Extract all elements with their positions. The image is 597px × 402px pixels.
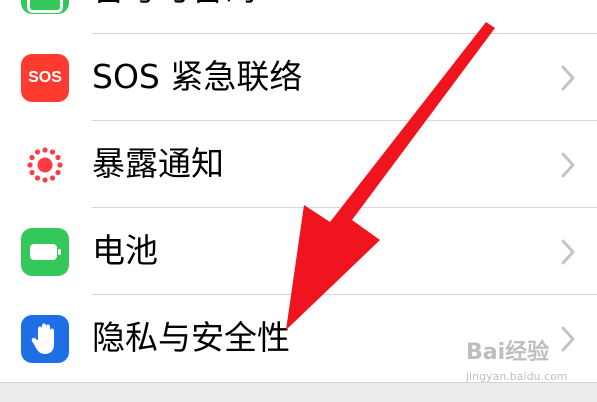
chevron-right-icon bbox=[561, 239, 575, 265]
battery-icon bbox=[21, 228, 69, 276]
settings-row-label: 暴露通知 bbox=[92, 144, 224, 183]
green-partial-icon bbox=[21, 0, 69, 14]
exposure-notification-icon bbox=[21, 141, 69, 189]
settings-row-exposure[interactable]: 暴露通知 bbox=[0, 121, 597, 207]
settings-row-sos[interactable]: SOS SOS 紧急联络 bbox=[0, 34, 597, 120]
settings-row-label: SOS 紧急联络 bbox=[92, 57, 303, 96]
settings-row-battery[interactable]: 电池 bbox=[0, 208, 597, 294]
chevron-right-icon bbox=[561, 152, 575, 178]
settings-row-label: 隐私与安全性 bbox=[92, 318, 290, 357]
settings-row-partial[interactable]: 番号与番码 bbox=[0, 0, 597, 32]
settings-row-label: 番号与番码 bbox=[92, 0, 257, 10]
exposure-dots-icon bbox=[27, 147, 63, 183]
watermark-url: jingyan.baidu.com bbox=[466, 370, 568, 383]
chevron-right-icon bbox=[561, 65, 575, 91]
settings-screen: 番号与番码 SOS SOS 紧急联络 bbox=[0, 0, 597, 402]
privacy-hand-icon bbox=[21, 315, 69, 363]
baidu-watermark: Bai经验 jingyan.baidu.com bbox=[452, 330, 592, 390]
sos-icon: SOS bbox=[21, 54, 69, 102]
battery-shape-icon bbox=[30, 244, 61, 260]
sos-icon-text: SOS bbox=[28, 69, 62, 86]
hand-icon bbox=[31, 323, 54, 355]
settings-row-label: 电池 bbox=[92, 231, 158, 270]
watermark-brand: Bai经验 bbox=[466, 340, 550, 365]
